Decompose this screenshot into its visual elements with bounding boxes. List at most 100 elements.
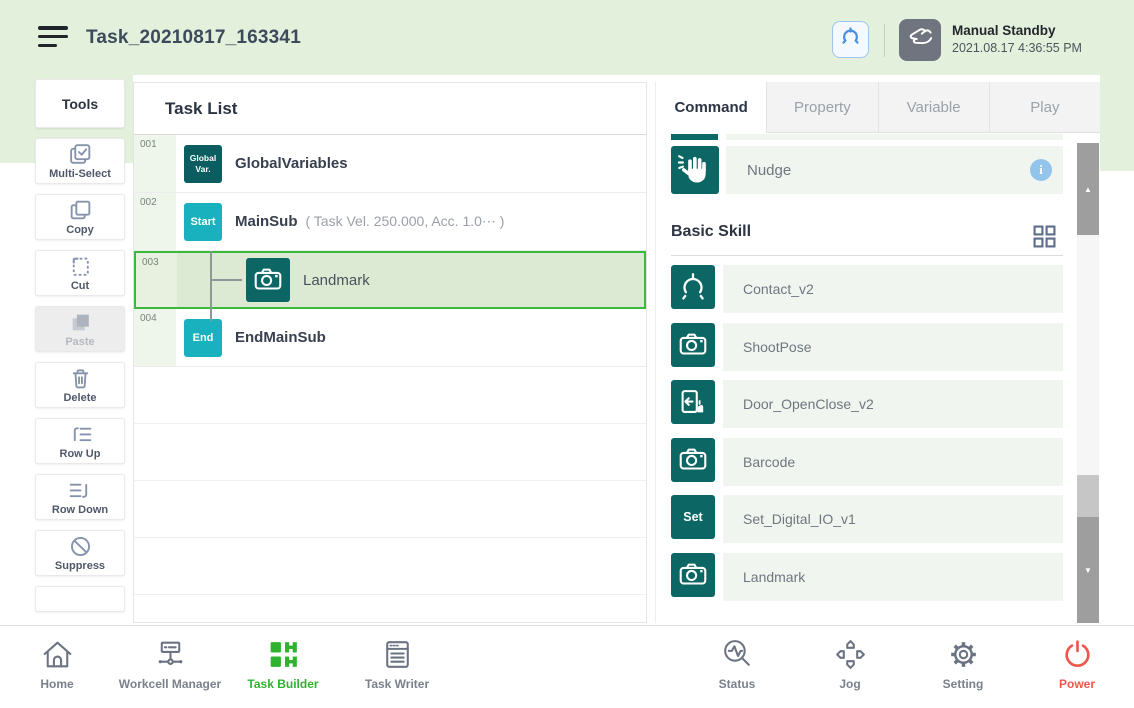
trash-icon [68,366,93,391]
tab-play[interactable]: Play [989,82,1100,133]
task-list-title: Task List [134,99,237,119]
tab-command[interactable]: Command [656,82,766,133]
panel-scrollbar[interactable]: ▲ ▼ [1077,133,1099,623]
start-badge: Start [184,203,222,241]
set-badge: Set [671,495,715,539]
row-up-icon [68,422,93,447]
grid-view-icon[interactable] [1033,225,1056,248]
waving-hand-icon [671,146,719,194]
task-list-header: Task List [134,83,646,135]
skill-item-landmark[interactable]: Landmark [656,553,1100,601]
gripper-icon [838,25,863,55]
status-mode-label: Manual Standby [952,22,1082,40]
partial-item-bar [726,134,1063,140]
skill-label: Door_OpenClose_v2 [723,396,874,412]
background-accent [1100,75,1134,171]
gripper-tool-button[interactable] [832,21,869,58]
tool-delete-button[interactable]: Delete [35,362,125,408]
task-row-label: Landmark [303,272,370,289]
cut-icon [68,254,93,279]
tools-header: Tools [35,79,125,128]
tab-variable[interactable]: Variable [878,82,989,133]
header-bar: Task_20210817_163341 Manual Standby 2021… [0,0,1134,75]
paste-icon [68,310,93,335]
tab-property[interactable]: Property [766,82,877,133]
skill-item-door-openclose[interactable]: Door_OpenClose_v2 [656,380,1100,428]
camera-icon [671,438,715,482]
command-item-nudge[interactable]: Nudge i [726,146,1063,194]
tool-label: Row Up [60,448,101,460]
row-number: 004 [140,313,157,324]
end-badge: End [184,319,222,357]
row-number: 002 [140,197,157,208]
nav-power[interactable]: Power [1007,636,1134,691]
tool-label: Delete [63,392,96,404]
task-writer-icon [327,636,467,673]
tool-label: Paste [65,336,94,348]
skill-label: Contact_v2 [723,281,814,297]
tool-label: Copy [66,224,94,236]
section-divider [671,255,1063,256]
skill-item-barcode[interactable]: Barcode [656,438,1100,486]
task-row-label: EndMainSub [235,329,326,346]
manual-mode-button[interactable] [899,19,941,61]
row-down-icon [68,478,93,503]
task-list-panel: Task List 001 GlobalVar. GlobalVariables… [133,82,647,623]
scroll-down-icon[interactable]: ▼ [1077,517,1099,623]
skill-item-set-digital-io[interactable]: Set Set_Digital_IO_v1 [656,495,1100,543]
command-panel-content: Nudge i Basic Skill Contact_v2 [656,133,1100,623]
tree-connector-horizontal [210,279,242,281]
gripper-icon [671,265,715,309]
camera-icon [671,553,715,597]
hamburger-menu-icon[interactable] [38,26,68,52]
basic-skill-title: Basic Skill [671,223,751,241]
empty-task-row[interactable] [134,481,646,538]
global-var-badge: GlobalVar. [184,145,222,183]
tool-row-up-button[interactable]: Row Up [35,418,125,464]
tool-paste-button[interactable]: Paste [35,306,125,352]
skill-label: Set_Digital_IO_v1 [723,511,856,527]
multi-select-icon [68,142,93,167]
tool-multi-select-button[interactable]: Multi-Select [35,138,125,184]
status-timestamp: 2021.08.17 4:36:55 PM [952,40,1082,57]
camera-icon [671,323,715,367]
tools-title: Tools [62,96,98,112]
task-row-globalvariables[interactable]: 001 GlobalVar. GlobalVariables [134,135,646,193]
nav-label: Task Writer [327,677,467,691]
empty-task-row[interactable] [134,538,646,595]
tool-row-down-button[interactable]: Row Down [35,474,125,520]
skill-label: ShootPose [723,339,812,355]
empty-task-row[interactable] [134,367,646,424]
task-row-landmark-selected[interactable]: 003 Landmark [134,251,646,309]
row-number: 001 [140,139,157,150]
tree-connector-vertical [210,251,212,321]
row-number: 003 [142,257,159,268]
header-divider [884,24,885,57]
tool-suppress-button[interactable]: Suppress [35,530,125,576]
task-row-label: GlobalVariables [235,155,348,172]
tool-label: Cut [71,280,89,292]
nav-task-writer[interactable]: Task Writer [327,636,467,691]
tool-label: Row Down [52,504,108,516]
command-item-label: Nudge [726,162,791,179]
nav-label: Power [1007,677,1134,691]
task-row-mainsub[interactable]: 002 Start MainSub ( Task Vel. 250.000, A… [134,193,646,251]
info-icon[interactable]: i [1030,159,1052,181]
scroll-up-icon[interactable]: ▲ [1077,143,1099,235]
skill-item-contact[interactable]: Contact_v2 [656,265,1100,313]
skill-label: Landmark [723,569,805,585]
partial-item-icon [671,134,718,140]
tool-label: Multi-Select [49,168,111,180]
power-icon [1007,636,1134,673]
skill-item-shootpose[interactable]: ShootPose [656,323,1100,371]
hand-manual-icon [904,22,936,59]
skill-label: Barcode [723,454,795,470]
scrollbar-thumb[interactable] [1077,475,1099,517]
page-title: Task_20210817_163341 [86,27,301,49]
copy-icon [68,198,93,223]
tool-label: Suppress [55,560,105,572]
empty-task-row[interactable] [134,424,646,481]
command-panel: Command Property Variable Play [655,82,1100,623]
tool-cut-button[interactable]: Cut [35,250,125,296]
tool-copy-button[interactable]: Copy [35,194,125,240]
